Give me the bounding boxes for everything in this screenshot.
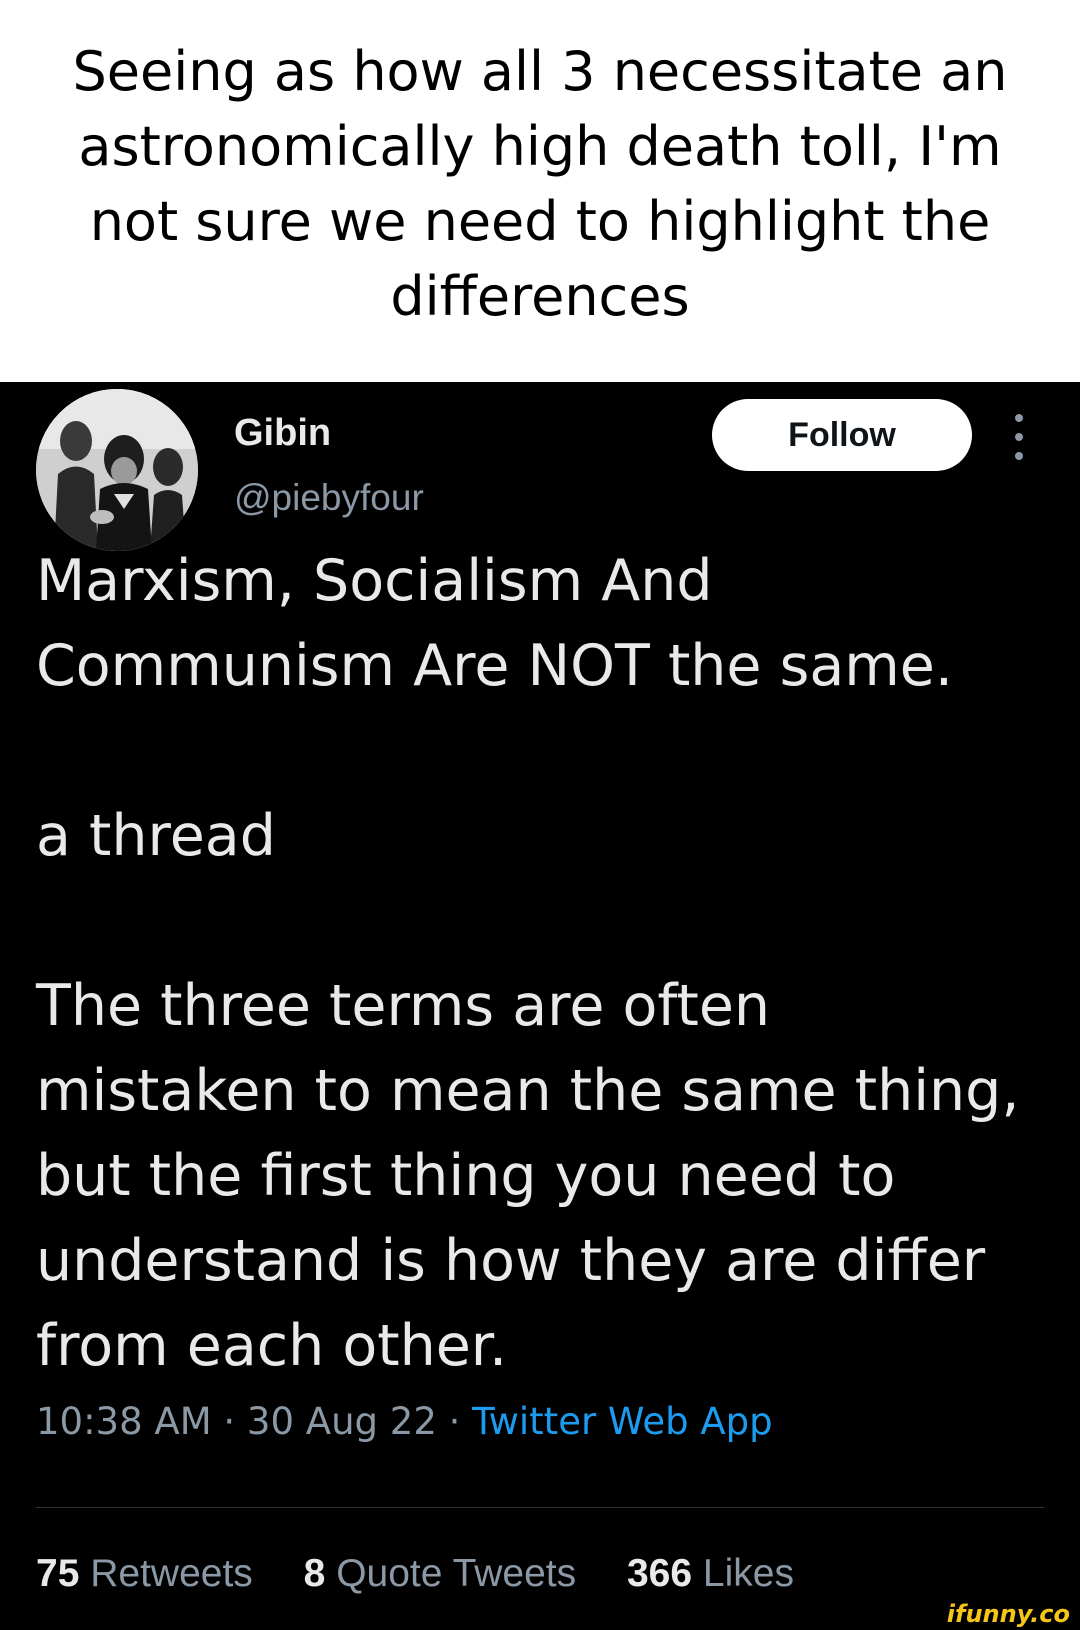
- meme-caption: Seeing as how all 3 necessitate an astro…: [0, 0, 1080, 382]
- separator: ·: [223, 1400, 236, 1443]
- tweet-source-link[interactable]: Twitter Web App: [472, 1400, 772, 1443]
- avatar-photo: [36, 389, 198, 551]
- tweet-paragraph: Marxism, Socialism And Communism Are NOT…: [36, 548, 953, 699]
- quotes-count: 8: [303, 1552, 326, 1595]
- retweets-label: Retweets: [90, 1552, 253, 1595]
- dot: [1015, 452, 1023, 460]
- more-options-icon[interactable]: [1004, 414, 1034, 460]
- likes-label: Likes: [702, 1552, 794, 1595]
- quote-tweets-stat[interactable]: 8 Quote Tweets: [304, 1552, 576, 1596]
- tweet-time[interactable]: 10:38 AM: [36, 1400, 212, 1443]
- tweet-date[interactable]: 30 Aug 22: [247, 1400, 437, 1443]
- tweet-metadata: 10:38 AM · 30 Aug 22 · Twitter Web App: [36, 1400, 773, 1443]
- divider: [36, 1507, 1044, 1508]
- tweet-paragraph: a thread: [36, 803, 276, 869]
- tweet-stats: 75 Retweets 8 Quote Tweets 366 Likes: [36, 1552, 834, 1596]
- follow-button[interactable]: Follow: [712, 399, 972, 471]
- user-handle[interactable]: @piebyfour: [234, 477, 424, 519]
- tweet-paragraph: The three terms are often mistaken to me…: [36, 973, 1020, 1379]
- likes-stat[interactable]: 366 Likes: [627, 1552, 794, 1596]
- dot: [1015, 433, 1023, 441]
- caption-text: Seeing as how all 3 necessitate an astro…: [72, 40, 1008, 328]
- avatar[interactable]: [36, 389, 198, 551]
- tweet-text: Marxism, Socialism And Communism Are NOT…: [36, 539, 1056, 1389]
- display-name[interactable]: Gibin: [234, 412, 331, 455]
- likes-count: 366: [626, 1552, 693, 1595]
- dot: [1015, 414, 1023, 422]
- retweets-count: 75: [36, 1552, 80, 1595]
- retweets-stat[interactable]: 75 Retweets: [36, 1552, 253, 1596]
- quotes-label: Quote Tweets: [336, 1552, 577, 1595]
- separator: ·: [448, 1400, 461, 1443]
- tweet-card: Gibin @piebyfour Follow Marxism, Sociali…: [0, 382, 1080, 1630]
- ifunny-watermark: ifunny.co: [946, 1600, 1070, 1628]
